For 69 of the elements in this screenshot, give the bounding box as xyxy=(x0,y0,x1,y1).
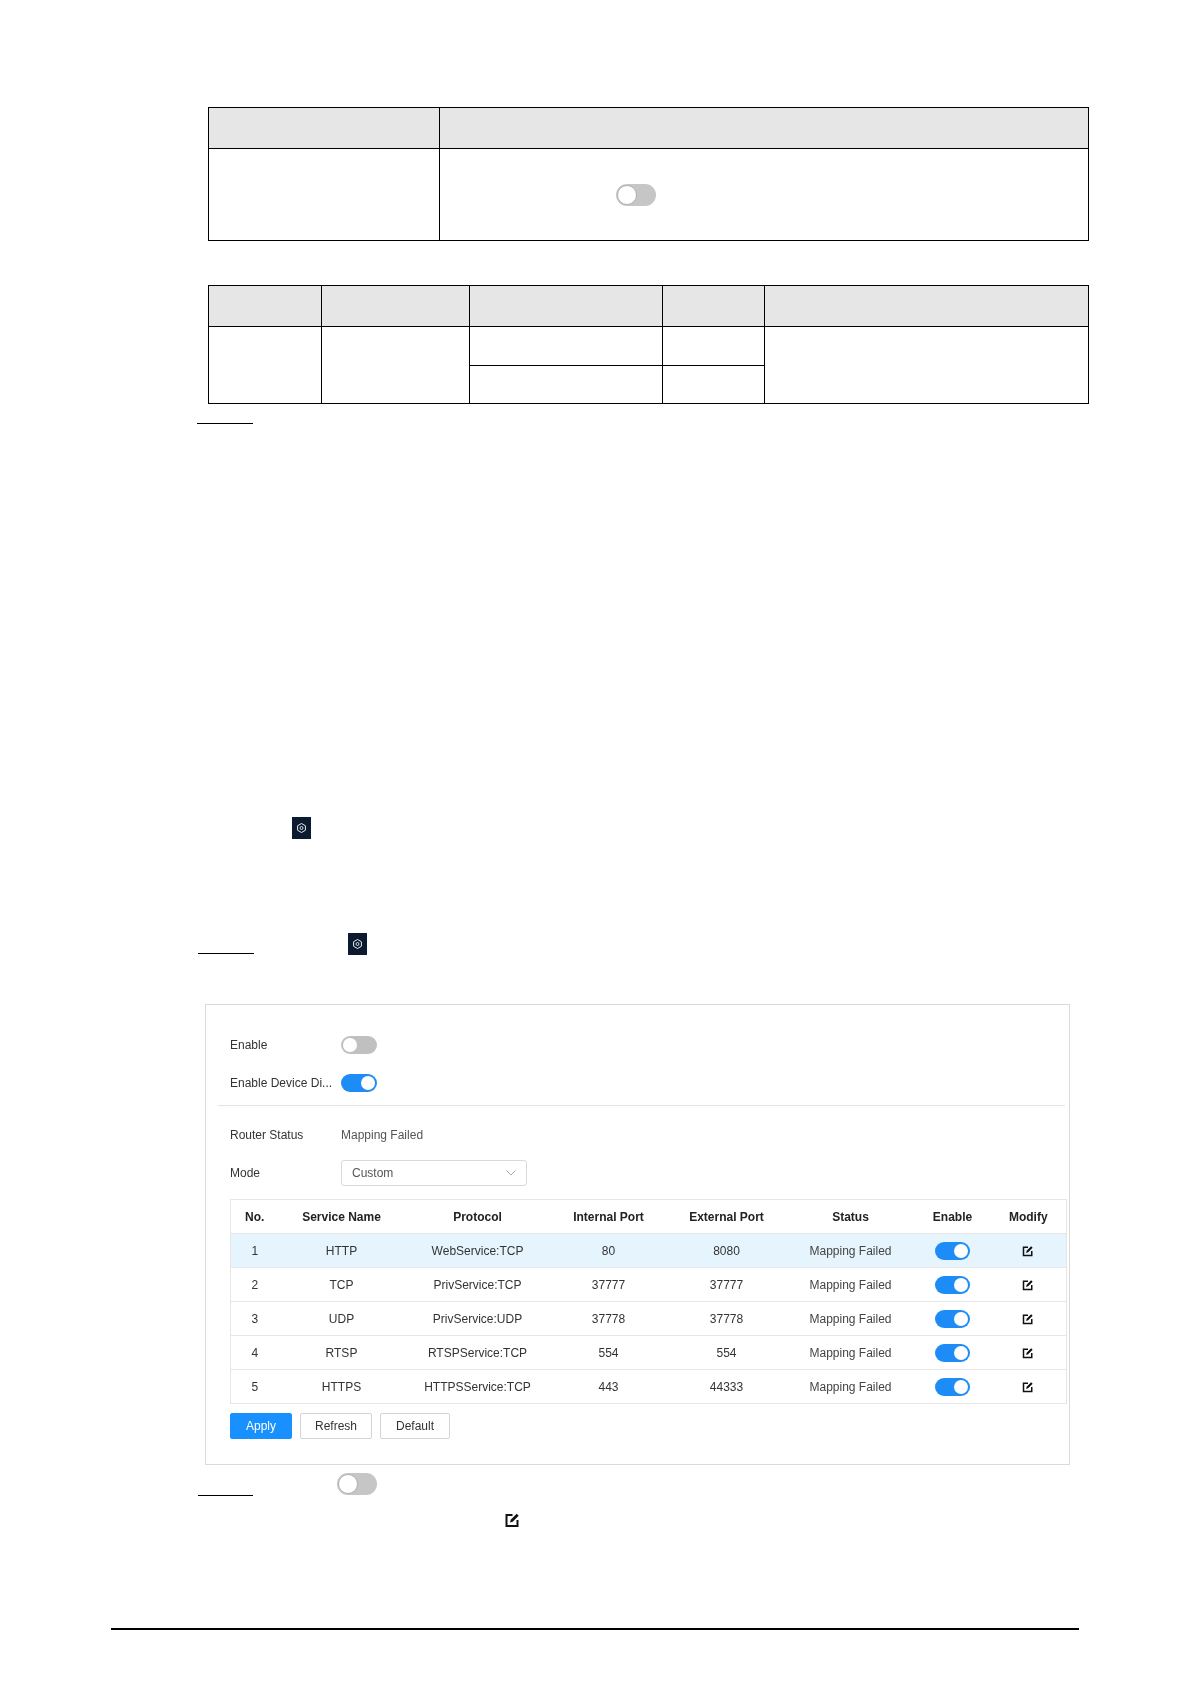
column-header: Modify xyxy=(990,1199,1067,1234)
status-value: Mapping Failed xyxy=(341,1128,424,1142)
table-cell: HTTP xyxy=(325,1243,358,1258)
toggle-switch[interactable] xyxy=(935,1343,970,1362)
table-cell: PrivService:UDP xyxy=(432,1311,523,1326)
table-cell: 443 xyxy=(598,1379,619,1394)
edit-icon[interactable] xyxy=(1022,1245,1035,1258)
table-cell: 80 xyxy=(601,1243,616,1258)
edit-icon[interactable] xyxy=(1022,1381,1035,1394)
field-label: Mode xyxy=(230,1166,262,1180)
toggle-switch[interactable] xyxy=(935,1377,970,1396)
settings-icon xyxy=(292,817,311,839)
table-cell: 8080 xyxy=(713,1243,740,1258)
table-cell: TCP xyxy=(329,1277,354,1292)
table-cell: 3 xyxy=(251,1311,259,1326)
table-cell: HTTPS xyxy=(321,1379,362,1394)
table-cell: PrivService:TCP xyxy=(433,1277,522,1292)
table-cell: 554 xyxy=(716,1345,737,1360)
table-row[interactable]: 3 UDP PrivService:UDP 37778 37778 Mapping Failed xyxy=(230,1301,1067,1336)
table-row[interactable]: 1 HTTP WebService:TCP 80 8080 Mapping Failed xyxy=(230,1233,1067,1268)
action-button[interactable]: Default xyxy=(380,1413,451,1439)
table-cell: Mapping Failed xyxy=(809,1379,892,1394)
table-cell: 37777 xyxy=(709,1277,744,1292)
toggle-switch[interactable] xyxy=(935,1309,970,1328)
table-cell: 554 xyxy=(598,1345,619,1360)
action-button[interactable]: Refresh xyxy=(300,1413,373,1439)
edit-icon[interactable] xyxy=(1022,1279,1035,1292)
table-cell: Mapping Failed xyxy=(809,1243,892,1258)
toggle-switch[interactable] xyxy=(935,1275,970,1294)
settings-icon xyxy=(348,933,367,955)
table-cell: 37777 xyxy=(591,1277,626,1292)
table-cell: HTTPSService:TCP xyxy=(424,1379,531,1394)
table-cell: RTSP xyxy=(325,1345,358,1360)
mode-dropdown[interactable]: Custom xyxy=(341,1160,527,1186)
table-cell: 2 xyxy=(251,1277,259,1292)
edit-icon xyxy=(504,1512,521,1528)
table-cell: RTSPService:TCP xyxy=(427,1345,528,1360)
table-cell: WebService:TCP xyxy=(431,1243,524,1258)
table-cell: 44333 xyxy=(709,1379,744,1394)
table-row[interactable]: 4 RTSP RTSPService:TCP 554 554 Mapping Failed xyxy=(230,1335,1067,1370)
edit-icon[interactable] xyxy=(1022,1313,1035,1326)
column-header: Enable xyxy=(914,1199,991,1234)
table-row[interactable]: 2 TCP PrivService:TCP 37777 37777 Mapping Failed xyxy=(230,1267,1067,1302)
field-label: Enable xyxy=(230,1038,269,1052)
table-cell: 5 xyxy=(251,1379,259,1394)
column-header: External Port xyxy=(666,1199,787,1234)
toggle-switch[interactable] xyxy=(337,1473,377,1495)
table-cell: UDP xyxy=(328,1311,355,1326)
column-header: Service Name xyxy=(278,1199,405,1234)
table-cell: Mapping Failed xyxy=(809,1277,892,1292)
column-header: Status xyxy=(786,1199,915,1234)
toggle-switch[interactable] xyxy=(616,184,656,206)
column-header: Protocol xyxy=(404,1199,551,1234)
edit-icon[interactable] xyxy=(1022,1347,1035,1360)
table-cell: 4 xyxy=(251,1345,259,1360)
table-cell: 37778 xyxy=(591,1311,626,1326)
toggle-switch[interactable] xyxy=(935,1241,970,1260)
chevron-down-icon xyxy=(506,1170,516,1176)
field-label: Router Status xyxy=(230,1128,305,1142)
column-header: No. xyxy=(230,1199,279,1234)
table-cell: 1 xyxy=(251,1243,259,1258)
table-cell: 37778 xyxy=(709,1311,744,1326)
table-cell: Mapping Failed xyxy=(809,1345,892,1360)
column-header: Internal Port xyxy=(550,1199,667,1234)
toggle-switch[interactable] xyxy=(341,1036,377,1054)
table-row[interactable]: 5 HTTPS HTTPSService:TCP 443 44333 Mapping Failed xyxy=(230,1369,1067,1404)
toggle-switch[interactable] xyxy=(341,1074,377,1092)
table-cell: Mapping Failed xyxy=(809,1311,892,1326)
field-label: Enable Device Di... xyxy=(230,1076,334,1090)
